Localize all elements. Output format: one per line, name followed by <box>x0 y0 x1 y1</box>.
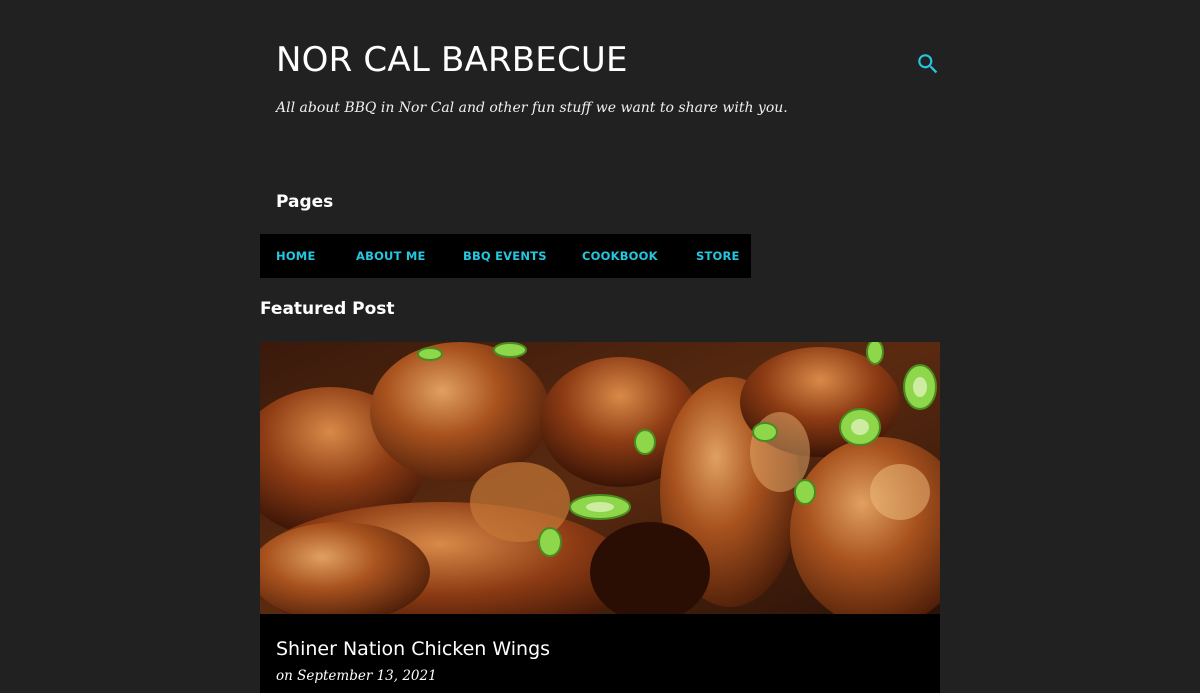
site-description: All about BBQ in Nor Cal and other fun s… <box>276 100 788 116</box>
featured-post-card: Shiner Nation Chicken Wings on September… <box>260 342 940 693</box>
nav-item-bbq-events[interactable]: BBQ EVENTS <box>463 249 547 263</box>
site-title[interactable]: NOR CAL BARBECUE <box>276 40 628 80</box>
featured-post-date: on September 13, 2021 <box>276 668 437 684</box>
nav-item-about-me[interactable]: ABOUT ME <box>356 249 426 263</box>
featured-post-title[interactable]: Shiner Nation Chicken Wings <box>276 638 550 660</box>
nav-item-cookbook[interactable]: COOKBOOK <box>582 249 658 263</box>
search-button[interactable] <box>915 51 941 77</box>
nav-item-home[interactable]: HOME <box>276 249 316 263</box>
search-icon <box>918 54 938 74</box>
featured-post-image[interactable] <box>260 342 940 614</box>
featured-post-heading: Featured Post <box>260 299 395 319</box>
pages-heading: Pages <box>276 192 334 212</box>
pages-nav: HOME ABOUT ME BBQ EVENTS COOKBOOK STORE <box>260 234 751 278</box>
nav-item-store[interactable]: STORE <box>696 249 740 263</box>
